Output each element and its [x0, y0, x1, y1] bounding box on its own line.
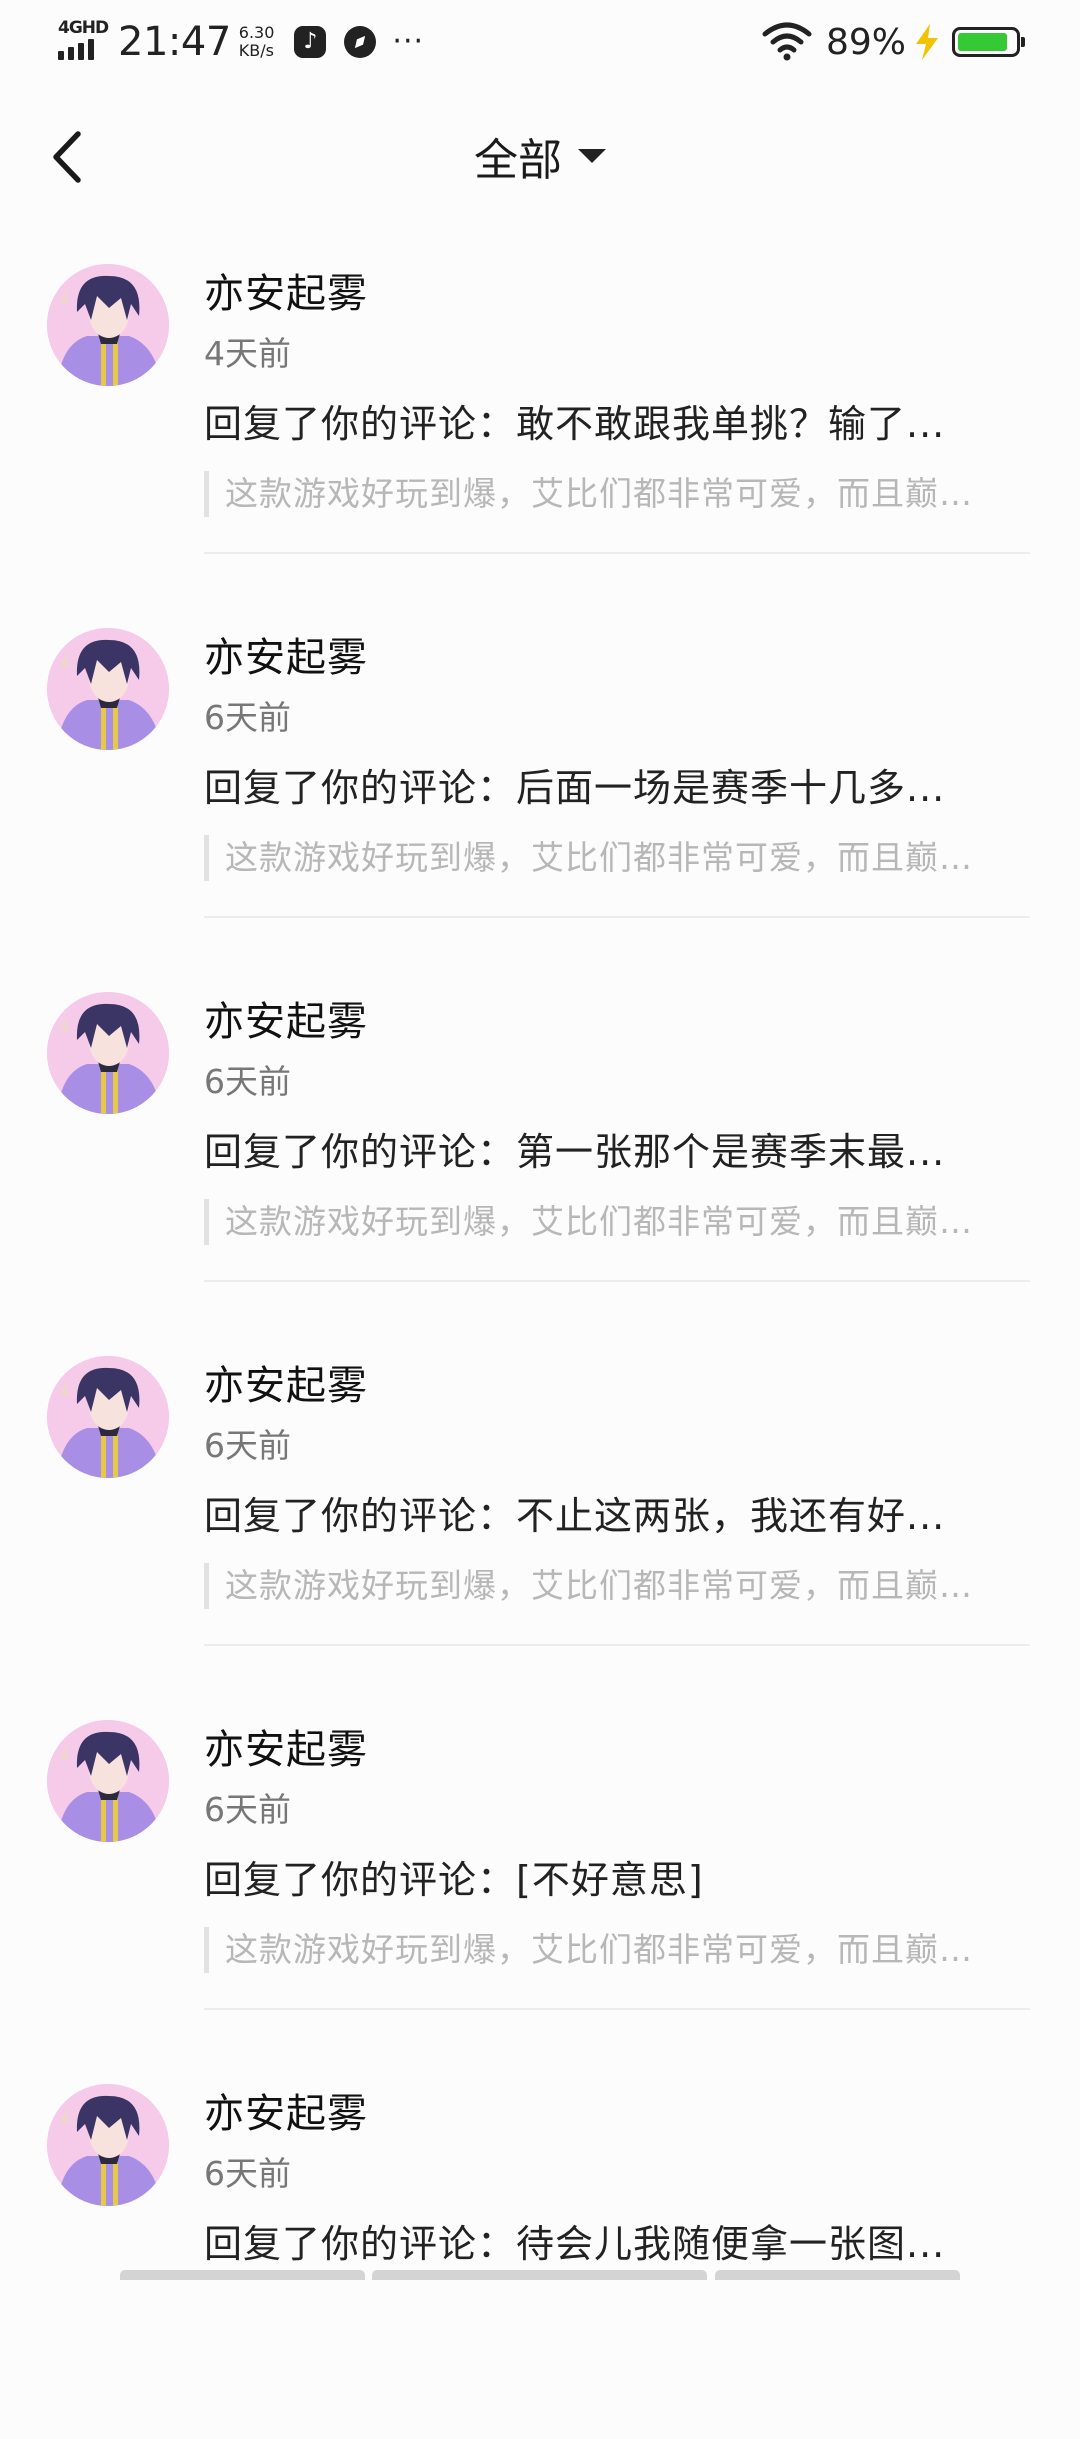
notification-item[interactable]: 亦安起雾 6天前 回复了你的评论：第一张那个是赛季末最... 这款游戏好玩到爆，…: [0, 983, 1080, 1347]
quoted-comment-text: 这款游戏好玩到爆，艾比们都非常可爱，而且巅…: [225, 474, 973, 513]
caret-down-icon: [578, 149, 606, 163]
status-right: 89%: [762, 14, 1025, 70]
avatar[interactable]: [47, 992, 169, 1114]
avatar-image: [47, 264, 169, 386]
signal-bar: [68, 47, 74, 60]
divider: [204, 2008, 1030, 2010]
quoted-comment[interactable]: 这款游戏好玩到爆，艾比们都非常可爱，而且巅…: [204, 1563, 1014, 1609]
username[interactable]: 亦安起雾: [204, 1353, 368, 1411]
username[interactable]: 亦安起雾: [204, 261, 368, 319]
avatar-image: [47, 992, 169, 1114]
reply-text[interactable]: 回复了你的评论：[不好意思]: [204, 1849, 1004, 1904]
speed-value: 6.30: [238, 23, 275, 42]
reply-text[interactable]: 回复了你的评论：待会儿我随便拿一张图...: [204, 2213, 1004, 2268]
timestamp: 4天前: [204, 334, 291, 373]
filter-dropdown[interactable]: 全部: [0, 124, 1080, 188]
timestamp: 6天前: [204, 2154, 291, 2193]
timestamp: 6天前: [204, 1062, 291, 1101]
tiktok-icon: ♪: [294, 26, 327, 58]
signal-bar: [88, 39, 94, 60]
quoted-comment[interactable]: 这款游戏好玩到爆，艾比们都非常可爱，而且巅…: [204, 1927, 1014, 1973]
username[interactable]: 亦安起雾: [204, 1717, 368, 1775]
speed-unit: KB/s: [238, 41, 274, 60]
quoted-comment-text: 这款游戏好玩到爆，艾比们都非常可爱，而且巅…: [225, 838, 973, 877]
status-left: 4GHD 21:47 6.30 KB/s ♪ ···: [58, 14, 424, 70]
avatar-image: [47, 1356, 169, 1478]
battery-icon: [952, 27, 1025, 57]
notification-item[interactable]: 亦安起雾 6天前 回复了你的评论：待会儿我随便拿一张图...: [0, 2075, 1080, 2439]
quoted-comment[interactable]: 这款游戏好玩到爆，艾比们都非常可爱，而且巅…: [204, 1199, 1014, 1245]
notification-list: 亦安起雾 4天前 回复了你的评论：敢不敢跟我单挑？输了... 这款游戏好玩到爆，…: [0, 255, 1080, 2439]
avatar[interactable]: [47, 628, 169, 750]
network-speed: 6.30 KB/s: [239, 24, 275, 60]
signal-bar: [58, 51, 64, 60]
charging-bolt-icon: [916, 24, 938, 60]
status-bar: 4GHD 21:47 6.30 KB/s ♪ ··· 89%: [0, 0, 1080, 80]
wifi-icon: [762, 22, 812, 61]
quoted-comment[interactable]: 这款游戏好玩到爆，艾比们都非常可爱，而且巅…: [204, 471, 1014, 517]
timestamp: 6天前: [204, 698, 291, 737]
quoted-comment[interactable]: 这款游戏好玩到爆，艾比们都非常可爱，而且巅…: [204, 835, 1014, 881]
username[interactable]: 亦安起雾: [204, 625, 368, 683]
page-title: 全部: [474, 135, 562, 186]
divider: [204, 1644, 1030, 1646]
quoted-comment-text: 这款游戏好玩到爆，艾比们都非常可爱，而且巅…: [225, 1202, 973, 1241]
notification-item[interactable]: 亦安起雾 6天前 回复了你的评论：后面一场是赛季十几多... 这款游戏好玩到爆，…: [0, 619, 1080, 983]
reply-text[interactable]: 回复了你的评论：敢不敢跟我单挑？输了...: [204, 393, 1004, 448]
avatar-image: [47, 2084, 169, 2206]
reply-text[interactable]: 回复了你的评论：不止这两张，我还有好...: [204, 1485, 1004, 1540]
divider: [204, 552, 1030, 554]
reply-text[interactable]: 回复了你的评论：后面一场是赛季十几多...: [204, 757, 1004, 812]
reply-text[interactable]: 回复了你的评论：第一张那个是赛季末最...: [204, 1121, 1004, 1176]
notification-item[interactable]: 亦安起雾 6天前 回复了你的评论：不止这两张，我还有好... 这款游戏好玩到爆，…: [0, 1347, 1080, 1711]
battery-fill: [958, 33, 1008, 51]
divider: [204, 916, 1030, 918]
username[interactable]: 亦安起雾: [204, 2081, 368, 2139]
bottom-bar-segment: [372, 2270, 707, 2280]
signal-icon: 4GHD: [58, 14, 109, 70]
timestamp: 6天前: [204, 1790, 291, 1829]
bottom-bar-segment: [715, 2270, 960, 2280]
compass-glyph: [355, 35, 366, 49]
battery-percent: 89%: [825, 21, 906, 63]
bottom-bar-segment: [120, 2270, 365, 2280]
quoted-comment-text: 这款游戏好玩到爆，艾比们都非常可爱，而且巅…: [225, 1566, 973, 1605]
compass-icon: [344, 26, 377, 58]
signal-bar: [78, 43, 84, 60]
notification-item[interactable]: 亦安起雾 4天前 回复了你的评论：敢不敢跟我单挑？输了... 这款游戏好玩到爆，…: [0, 255, 1080, 619]
avatar[interactable]: [47, 2084, 169, 2206]
avatar-image: [47, 1720, 169, 1842]
avatar[interactable]: [47, 1356, 169, 1478]
divider: [204, 1280, 1030, 1282]
avatar-image: [47, 628, 169, 750]
avatar[interactable]: [47, 1720, 169, 1842]
clock: 21:47: [118, 19, 231, 65]
timestamp: 6天前: [204, 1426, 291, 1465]
username[interactable]: 亦安起雾: [204, 989, 368, 1047]
more-notifications-icon: ···: [392, 24, 425, 59]
network-type: 4GHD: [58, 18, 109, 38]
quoted-comment-text: 这款游戏好玩到爆，艾比们都非常可爱，而且巅…: [225, 1930, 973, 1969]
top-bar: 全部: [0, 100, 1080, 220]
notification-item[interactable]: 亦安起雾 6天前 回复了你的评论：[不好意思] 这款游戏好玩到爆，艾比们都非常可…: [0, 1711, 1080, 2075]
avatar[interactable]: [47, 264, 169, 386]
